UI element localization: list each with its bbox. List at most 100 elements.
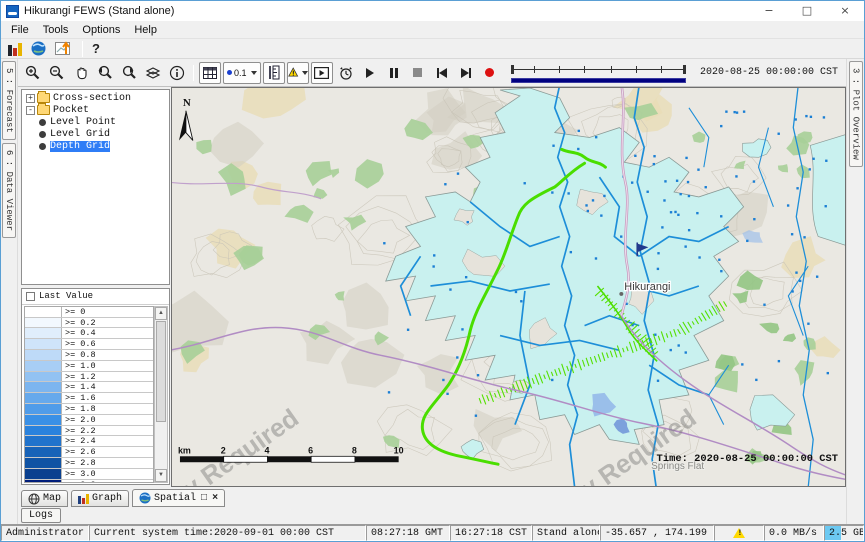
layer-bullet-icon xyxy=(39,143,46,150)
grid-display-icon[interactable] xyxy=(199,62,221,84)
stop-button[interactable] xyxy=(407,62,429,84)
menu-tools[interactable]: Tools xyxy=(37,23,75,37)
legend-color-swatch xyxy=(25,426,61,436)
window-title: Hikurangi FEWS (Stand alone) xyxy=(24,5,174,17)
legend-scrollbar[interactable]: ▲ ▼ xyxy=(154,306,168,483)
legend-color-swatch xyxy=(25,307,61,317)
panel-close-icon[interactable]: × xyxy=(212,493,218,504)
info-icon[interactable] xyxy=(166,62,188,84)
legend-row: >= 0.4 xyxy=(25,328,153,339)
zoom-previous-icon[interactable] xyxy=(94,62,116,84)
svg-text:2: 2 xyxy=(221,445,226,455)
legend-row: >= 0.6 xyxy=(25,339,153,350)
interval-dropdown[interactable]: 0.1 xyxy=(223,62,261,84)
legend-threshold-label: >= 0.8 xyxy=(61,350,153,360)
data-display-icon[interactable] xyxy=(7,41,25,56)
legend-threshold-label: >= 1.6 xyxy=(61,393,153,403)
time-slider-range[interactable] xyxy=(511,78,686,83)
legend-threshold-label: >= 3.2 xyxy=(61,480,153,483)
status-warning[interactable] xyxy=(714,525,764,541)
tree-item-label[interactable]: Level Point xyxy=(50,117,116,128)
pan-icon[interactable] xyxy=(70,62,92,84)
scale-ruler-icon[interactable] xyxy=(263,62,285,84)
legend-row: >= 2.6 xyxy=(25,447,153,458)
zoom-out-icon[interactable] xyxy=(46,62,68,84)
legend-threshold-label: >= 1.2 xyxy=(61,372,153,382)
north-label: N xyxy=(183,97,191,109)
last-step-button[interactable] xyxy=(455,62,477,84)
tree-item-label[interactable]: Depth Grid xyxy=(50,141,110,152)
legend-threshold-label: >= 1.0 xyxy=(61,361,153,371)
tab-graph[interactable]: Graph xyxy=(71,490,129,507)
menu-file[interactable]: File xyxy=(5,23,35,37)
menu-options[interactable]: Options xyxy=(76,23,126,37)
main-area: 5 : Forecast 6 : Data Viewer xyxy=(1,59,864,524)
scroll-up-icon[interactable]: ▲ xyxy=(155,307,167,320)
interval-dot-icon xyxy=(227,70,232,75)
chevron-down-icon xyxy=(251,71,257,75)
tree-item-label[interactable]: Level Grid xyxy=(50,129,110,140)
legend-row: >= 0 xyxy=(25,307,153,318)
pause-button[interactable] xyxy=(383,62,405,84)
maximize-button[interactable]: □ xyxy=(788,1,826,21)
tree-item-depth-grid[interactable]: Depth Grid xyxy=(22,140,169,152)
spatial-display-icon[interactable] xyxy=(31,41,49,56)
zoom-in-icon[interactable] xyxy=(22,62,44,84)
layers-icon[interactable] xyxy=(142,62,164,84)
content-area: + Cross-section - PocketLevel PointLevel Gr… xyxy=(18,87,846,487)
zoom-next-icon[interactable] xyxy=(118,62,140,84)
last-value-checkbox[interactable] xyxy=(26,292,35,301)
legend-threshold-label: >= 1.4 xyxy=(61,382,153,392)
expand-icon[interactable]: + xyxy=(26,94,35,103)
first-step-button[interactable] xyxy=(431,62,453,84)
bar-chart-icon xyxy=(78,493,89,504)
tree-item-level-grid[interactable]: Level Grid xyxy=(22,128,169,140)
legend-threshold-label: >= 2.4 xyxy=(61,436,153,446)
play-button[interactable] xyxy=(359,62,381,84)
bottom-tab-bar: Map Graph Spatial □ × xyxy=(18,487,846,507)
tree-item-level-point[interactable]: Level Point xyxy=(22,116,169,128)
tree-item-pocket[interactable]: - Pocket xyxy=(22,104,169,116)
warning-dropdown[interactable] xyxy=(287,62,309,84)
tab-forecast[interactable]: 5 : Forecast xyxy=(2,61,16,140)
map-view[interactable]: API Key Required API Key Required N Hiku… xyxy=(171,87,846,487)
menu-help[interactable]: Help xyxy=(128,23,163,37)
panel-maximize-icon[interactable]: □ xyxy=(201,493,207,504)
legend-color-swatch xyxy=(25,447,61,457)
toolbar-separator xyxy=(193,65,194,81)
chevron-down-icon xyxy=(302,71,308,75)
minimize-button[interactable]: − xyxy=(750,1,788,21)
legend-threshold-label: >= 0.6 xyxy=(61,339,153,349)
app-icon xyxy=(6,5,19,18)
title-bar: Hikurangi FEWS (Stand alone) − □ × xyxy=(1,1,864,21)
timeseries-display-icon[interactable] xyxy=(55,41,73,56)
movie-export-icon[interactable] xyxy=(311,62,333,84)
tab-spatial[interactable]: Spatial □ × xyxy=(132,489,225,507)
map-canvas[interactable]: API Key Required API Key Required N Hiku… xyxy=(172,88,845,486)
record-button[interactable] xyxy=(479,62,501,84)
tab-data-viewer[interactable]: 6 : Data Viewer xyxy=(2,143,16,238)
close-button[interactable]: × xyxy=(826,1,864,21)
set-time-icon[interactable] xyxy=(335,62,357,84)
scroll-thumb[interactable] xyxy=(156,321,166,423)
logs-button[interactable]: Logs xyxy=(21,508,61,523)
status-system-time: Current system time:2020-09-01 00:00 CST xyxy=(89,525,366,541)
tab-map[interactable]: Map xyxy=(21,490,68,507)
map-toolbar: 0.1 xyxy=(18,59,846,87)
scroll-down-icon[interactable]: ▼ xyxy=(155,469,167,482)
legend-row: >= 3.0 xyxy=(25,469,153,480)
tree-item-label[interactable]: Cross-section xyxy=(53,93,131,104)
legend-color-swatch xyxy=(25,480,61,483)
legend-threshold-label: >= 2.2 xyxy=(61,426,153,436)
tree-item-label[interactable]: Pocket xyxy=(53,105,89,116)
legend-threshold-label: >= 1.8 xyxy=(61,404,153,414)
tab-plot-overview[interactable]: 3 : Plot Overview xyxy=(849,61,863,167)
legend-row: >= 2.4 xyxy=(25,436,153,447)
legend-color-swatch xyxy=(25,328,61,338)
menu-bar: File Tools Options Help xyxy=(1,21,864,39)
collapse-icon[interactable]: - xyxy=(26,106,35,115)
time-slider[interactable] xyxy=(509,61,688,85)
help-button[interactable]: ? xyxy=(92,41,100,56)
layer-tree: + Cross-section - PocketLevel PointLevel Gr… xyxy=(21,89,170,285)
warning-icon xyxy=(733,528,745,538)
